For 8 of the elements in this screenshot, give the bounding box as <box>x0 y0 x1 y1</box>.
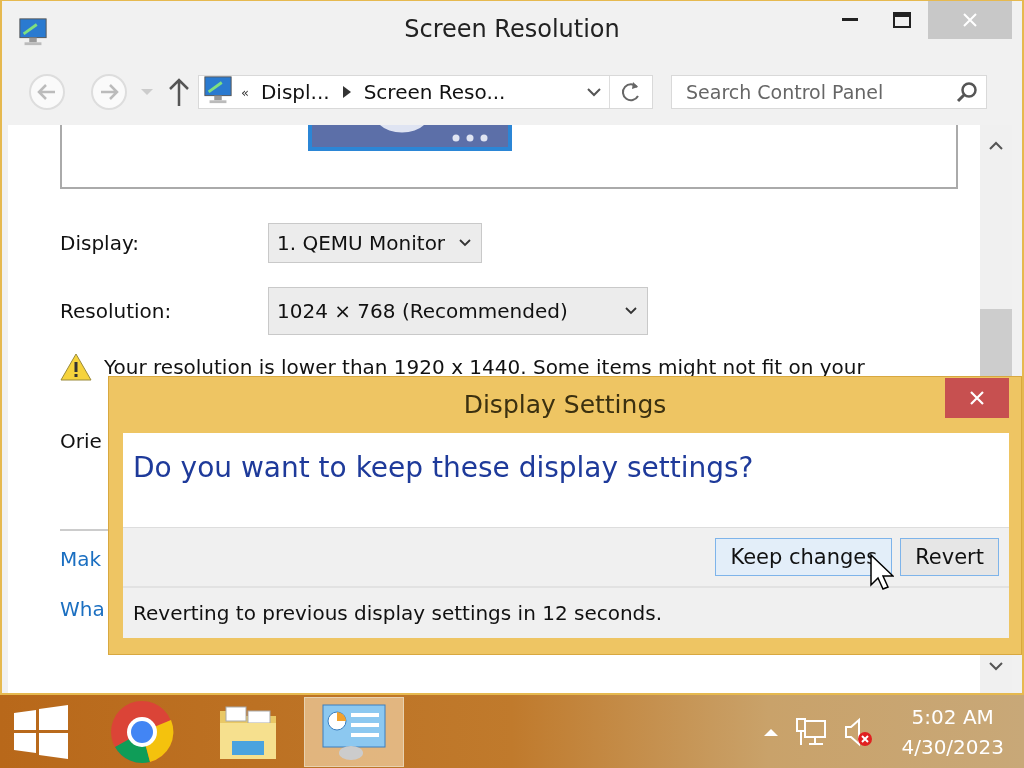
warning-text: Your resolution is lower than 1920 x 1440. Some items might not fit on your <box>104 355 865 379</box>
dialog-question: Do you want to keep these display settings? <box>133 451 755 484</box>
orientation-label: Orie <box>60 429 102 453</box>
setting-label: Display: <box>60 231 140 255</box>
dialog-title: Display Settings <box>463 390 667 419</box>
countdown-text: Reverting to previous display settings in 12 seconds. <box>133 601 663 625</box>
window-title: Screen Resolution <box>404 15 620 43</box>
setting-label: Resolution: <box>60 299 173 323</box>
